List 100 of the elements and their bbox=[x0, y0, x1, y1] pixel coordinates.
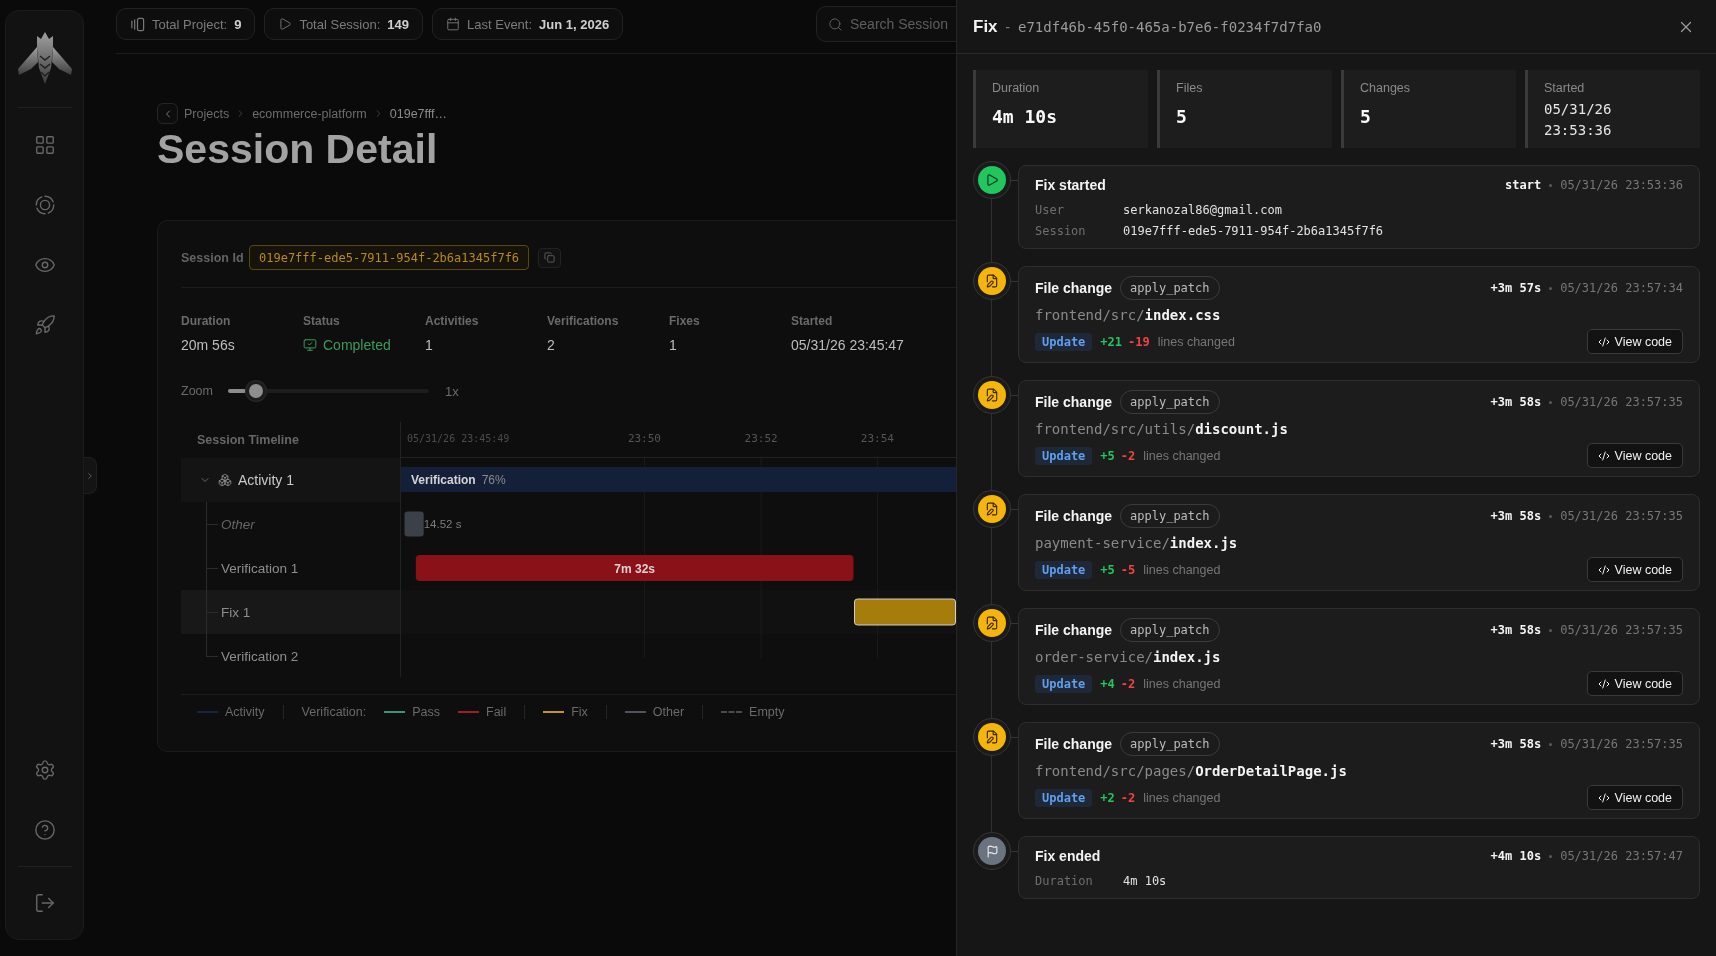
stat-label: Last Event: bbox=[467, 16, 533, 32]
event-time: 05/31/26 23:57:34 bbox=[1560, 281, 1683, 295]
sidebar-toggle-button[interactable] bbox=[84, 457, 97, 494]
timeline-row[interactable]: Fix 1 bbox=[181, 590, 400, 634]
file-name: index.css bbox=[1144, 307, 1221, 323]
detail-label: User bbox=[1035, 202, 1065, 219]
breadcrumb-link[interactable]: ecommerce-platform bbox=[252, 106, 367, 121]
lines-added: +21 bbox=[1100, 334, 1123, 349]
file-name: index.js bbox=[1153, 649, 1221, 665]
event-title: File change bbox=[1035, 280, 1113, 296]
action-badge: Update bbox=[1035, 446, 1093, 465]
stacked-cards-icon bbox=[130, 16, 145, 32]
row-label: Verification 2 bbox=[221, 648, 299, 664]
lines-added: +5 bbox=[1100, 448, 1115, 463]
view-code-button[interactable]: View code bbox=[1586, 785, 1683, 810]
breadcrumb-link[interactable]: Projects bbox=[184, 106, 230, 121]
settings-icon bbox=[33, 759, 56, 781]
search-field[interactable]: Search Session bbox=[816, 6, 956, 42]
timeline-row[interactable]: Activity 1 bbox=[181, 458, 400, 502]
back-button[interactable] bbox=[157, 103, 178, 124]
action-badge: Update bbox=[1035, 674, 1093, 693]
lines-added: +2 bbox=[1100, 790, 1115, 805]
bar-label: Verification bbox=[411, 472, 476, 487]
separator-dot bbox=[1549, 854, 1553, 858]
lines-removed: -5 bbox=[1120, 562, 1136, 577]
timeline-row[interactable]: Other bbox=[181, 502, 400, 546]
event-offset: +3m 58s bbox=[1490, 395, 1542, 409]
fix-id: e71df46b-45f0-465a-b7e6-f0234f7d7fa0 bbox=[1018, 18, 1322, 35]
action-badge: Update bbox=[1035, 788, 1093, 807]
event-title: File change bbox=[1035, 394, 1113, 410]
file-name: discount.js bbox=[1195, 421, 1288, 437]
view-code-button[interactable]: View code bbox=[1586, 443, 1683, 468]
view-code-button[interactable]: View code bbox=[1586, 671, 1683, 696]
event-time: 05/31/26 23:57:35 bbox=[1560, 737, 1683, 751]
zoom-reading: 1x bbox=[445, 383, 459, 399]
grid-icon bbox=[33, 134, 56, 156]
chevron-right-icon bbox=[85, 470, 95, 481]
separator-dot bbox=[1549, 400, 1553, 404]
separator-dot bbox=[1549, 514, 1553, 518]
session-id-chip: 019e7fff-ede5-7911-954f-2b6a1345f7f6 bbox=[249, 245, 530, 270]
lines-removed: -19 bbox=[1128, 334, 1150, 349]
stat-label: Total Project: bbox=[152, 16, 228, 32]
file-name: OrderDetailPage.js bbox=[1195, 763, 1347, 779]
other-bar[interactable] bbox=[404, 511, 424, 537]
lines-removed: -2 bbox=[1120, 448, 1136, 463]
legend-title: Verification: bbox=[301, 705, 367, 719]
stat-value: 5 bbox=[1360, 106, 1372, 128]
stat-label: Changes bbox=[1360, 81, 1412, 95]
code-icon bbox=[1597, 791, 1610, 804]
detail-label: Session bbox=[1035, 223, 1087, 240]
row-label: Verification 1 bbox=[221, 560, 299, 576]
legend-label: Fix bbox=[571, 705, 588, 719]
timeline-row[interactable]: Verification 2 bbox=[181, 634, 400, 678]
axis-tick-label: 23:54 bbox=[860, 432, 894, 445]
file-directory: payment-service/ bbox=[1035, 535, 1170, 551]
event-title: File change bbox=[1035, 622, 1113, 638]
fix-bar[interactable] bbox=[854, 598, 956, 626]
breadcrumb-link[interactable]: 019e7fff… bbox=[389, 106, 447, 121]
file-directory: frontend/src/ bbox=[1035, 307, 1145, 323]
stat-label: Started bbox=[791, 314, 834, 328]
stat-label: Started bbox=[1544, 81, 1586, 95]
stat-value: 4m 10s bbox=[992, 106, 1059, 128]
view-code-button[interactable]: View code bbox=[1586, 557, 1683, 582]
lines-added: +5 bbox=[1100, 562, 1115, 577]
event-offset: +4m 10s bbox=[1490, 849, 1542, 863]
action-badge: Update bbox=[1035, 560, 1093, 579]
play-icon bbox=[278, 17, 293, 31]
view-code-button[interactable]: View code bbox=[1586, 329, 1683, 354]
session-id-label: Session Id bbox=[181, 250, 245, 265]
copy-icon bbox=[544, 252, 556, 263]
change-summary: lines changed bbox=[1143, 448, 1221, 463]
legend-label: Fail bbox=[486, 705, 507, 719]
stat-value: 05/31/26 23:45:47 bbox=[791, 337, 905, 353]
stat-label: Duration bbox=[992, 81, 1041, 95]
legend-label: Empty bbox=[749, 705, 785, 719]
event-title: File change bbox=[1035, 736, 1113, 752]
stat-value: 9 bbox=[234, 16, 242, 32]
event-time: 05/31/26 23:53:36 bbox=[1560, 178, 1683, 192]
event-title: File change bbox=[1035, 508, 1113, 524]
event-offset: +3m 57s bbox=[1490, 281, 1542, 295]
lines-removed: -2 bbox=[1120, 676, 1136, 691]
slider-thumb[interactable] bbox=[246, 381, 267, 401]
event-offset: start bbox=[1505, 178, 1542, 192]
bar-duration-label: 7m 32s bbox=[614, 561, 655, 576]
copy-button[interactable] bbox=[538, 247, 562, 268]
detail-label: Duration bbox=[1035, 873, 1094, 890]
event-time: 05/31/26 23:57:35 bbox=[1560, 623, 1683, 637]
zoom-label: Zoom bbox=[181, 384, 214, 398]
timeline-row[interactable]: Verification 1 bbox=[181, 546, 400, 590]
row-label: Fix 1 bbox=[221, 604, 251, 620]
stat-label: Files bbox=[1176, 81, 1204, 95]
event-offset: +3m 58s bbox=[1490, 737, 1542, 751]
activity-bar[interactable] bbox=[401, 467, 956, 492]
stat-label: Duration bbox=[181, 314, 232, 328]
event-time: 05/31/26 23:57:35 bbox=[1560, 395, 1683, 409]
file-directory: frontend/src/pages/ bbox=[1035, 763, 1196, 779]
monitor-check-icon bbox=[303, 338, 317, 352]
stat-label: Verifications bbox=[547, 314, 620, 328]
stat-value: 05/31/26 23:53:36 bbox=[1544, 100, 1613, 140]
row-label: Other bbox=[221, 516, 255, 532]
